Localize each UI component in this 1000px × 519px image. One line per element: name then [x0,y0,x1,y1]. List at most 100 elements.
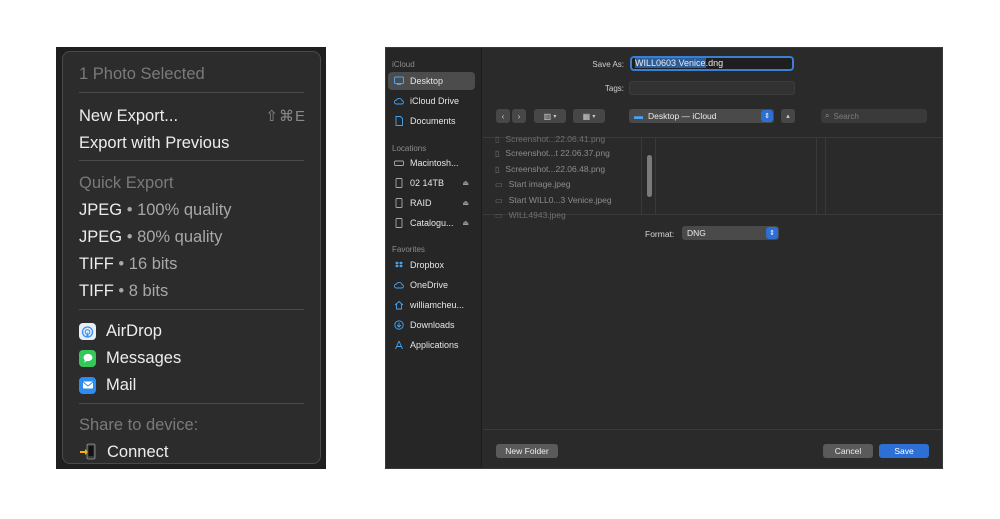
format-select[interactable]: DNG ⇕ [682,226,779,240]
external-drive-icon [394,198,404,208]
share-to-device-header: Share to device: [79,413,306,437]
sidebar-item-label: OneDrive [410,280,449,290]
expand-button[interactable]: ▴ [781,109,795,123]
cancel-button[interactable]: Cancel [823,444,873,458]
quick-export-jpeg-100[interactable]: JPEG • 100% quality [79,198,306,222]
eject-icon[interactable]: ⏏ [462,199,469,207]
sidebar-item-label: Documents [410,116,456,126]
sidebar-item-documents[interactable]: Documents [388,112,475,130]
image-file-icon: ▭ [495,179,503,189]
format-value: DNG [687,228,706,238]
sidebar-item-icloud-drive[interactable]: iCloud Drive [388,92,475,110]
sidebar-item-label: Catalogu... [410,218,454,228]
column-divider[interactable] [641,138,642,215]
format-detail: • 8 bits [118,281,169,300]
view-mode-button[interactable]: ▥ ▾ [534,109,566,123]
save-button[interactable]: Save [879,444,929,458]
format-detail: • 16 bits [118,254,178,273]
format-detail: • 100% quality [126,200,232,219]
chevron-right-icon: › [517,111,521,121]
search-placeholder: Search [833,111,859,121]
finder-sidebar: iCloud Desktop iCloud Drive Documents Lo… [386,48,482,468]
share-mail-item[interactable]: Mail [79,373,306,397]
file-icon: ▯ [495,134,500,144]
quick-export-label: Quick Export [79,173,174,192]
new-export-item[interactable]: New Export... ⇧⌘E [79,104,306,128]
share-label: AirDrop [106,321,162,340]
column-divider[interactable] [816,138,817,215]
sidebar-item-onedrive[interactable]: OneDrive [388,276,475,294]
applications-icon [394,340,404,350]
connect-item[interactable]: Connect [79,440,306,464]
download-icon [394,320,404,330]
location-select[interactable]: ▬ Desktop — iCloud ⇕ [629,109,774,123]
menu-divider [79,92,304,93]
chevron-down-icon: ▾ [592,113,596,120]
sidebar-item-downloads[interactable]: Downloads [388,316,475,334]
sidebar-item-macintosh[interactable]: Macintosh... [388,154,475,172]
file-item[interactable]: ▯ Screenshot...t 22.06.37.png [495,148,610,158]
sidebar-item-dropbox[interactable]: Dropbox [388,256,475,274]
external-drive-icon [394,218,404,228]
select-stepper-icon: ⇕ [766,227,778,239]
search-field[interactable]: ⌕ Search [821,109,927,123]
sidebar-item-desktop[interactable]: Desktop [388,72,475,90]
format-detail: • 80% quality [126,227,223,246]
chevron-down-icon: ▾ [553,113,557,120]
sidebar-item-label: williamcheu... [410,300,465,310]
chevron-left-icon: ‹ [501,111,505,121]
export-with-previous-item[interactable]: Export with Previous [79,131,306,155]
file-item[interactable]: ▯ Screenshot...22.06.48.png [495,164,605,174]
file-item[interactable]: ▭ WILL4943.jpeg [495,210,566,220]
mail-icon [79,376,96,394]
file-icon: ▯ [495,148,500,158]
export-menu: 1 Photo Selected New Export... ⇧⌘E Expor… [62,51,321,464]
sidebar-item-home[interactable]: williamcheu... [388,296,475,314]
quick-export-header: Quick Export [79,171,306,195]
airdrop-icon [79,322,96,340]
sidebar-item-label: Macintosh... [410,158,459,168]
file-item[interactable]: ▭ Start image.jpeg [495,179,570,189]
sidebar-section-favorites: Favorites [392,245,425,254]
share-label: Messages [106,348,182,367]
share-airdrop-item[interactable]: AirDrop [79,319,306,343]
location-value: Desktop — iCloud [648,111,717,121]
format-label: Format: [645,229,675,239]
desktop-icon [394,76,404,86]
save-as-field[interactable]: WILL0603 Venice.dng [630,56,794,71]
export-previous-label: Export with Previous [79,133,230,152]
search-icon: ⌕ [825,111,830,120]
quick-export-tiff-16[interactable]: TIFF • 16 bits [79,252,306,276]
hard-drive-icon [394,159,404,168]
sidebar-item-02-14tb[interactable]: 02 14TB ⏏ [388,174,475,192]
column-divider[interactable] [825,138,826,215]
new-export-label: New Export... [79,106,179,125]
quick-export-jpeg-80[interactable]: JPEG • 80% quality [79,225,306,249]
sidebar-item-raid[interactable]: RAID ⏏ [388,194,475,212]
back-button[interactable]: ‹ [496,109,510,123]
save-label: Save [894,446,914,456]
menu-header-label: 1 Photo Selected [79,64,205,83]
tags-field[interactable] [629,81,795,95]
eject-icon[interactable]: ⏏ [462,219,469,227]
menu-divider [79,309,304,310]
share-messages-item[interactable]: Messages [79,346,306,370]
sidebar-item-applications[interactable]: Applications [388,336,475,354]
forward-button[interactable]: › [512,109,526,123]
eject-icon[interactable]: ⏏ [462,179,469,187]
column-divider[interactable] [655,138,656,215]
dropbox-icon [394,261,404,270]
file-item[interactable]: ▯ Screenshot...22.06.41.png [495,134,605,144]
new-folder-button[interactable]: New Folder [496,444,558,458]
save-dialog: iCloud Desktop iCloud Drive Documents Lo… [385,47,943,469]
browser-scrollbar[interactable] [647,155,652,197]
new-export-shortcut: ⇧⌘E [265,108,306,125]
file-browser: ▯ Screenshot...22.06.41.png ▯ Screenshot..… [483,134,942,220]
messages-icon [79,349,96,367]
quick-export-tiff-8[interactable]: TIFF • 8 bits [79,279,306,303]
sidebar-item-catalogue[interactable]: Catalogu... ⏏ [388,214,475,232]
group-button[interactable]: ▦ ▾ [573,109,605,123]
file-item[interactable]: ▭ Start WILL0...3 Venice.jpeg [495,195,612,205]
sidebar-item-label: RAID [410,198,432,208]
cloud-icon [394,97,404,106]
